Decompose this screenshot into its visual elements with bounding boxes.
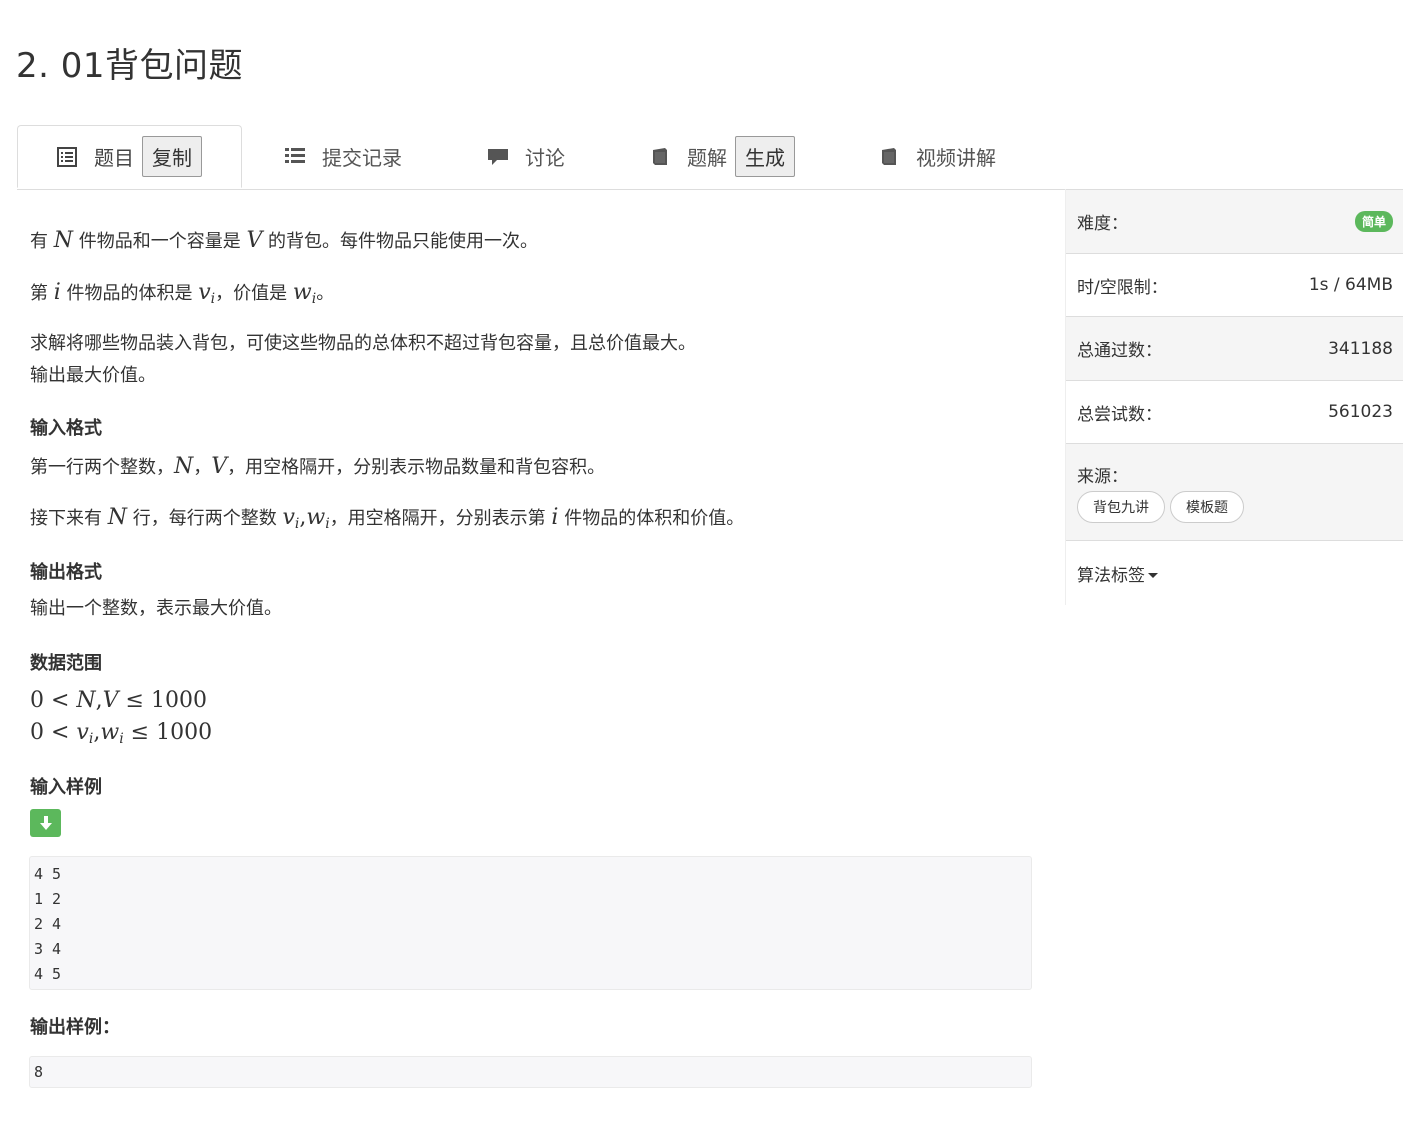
copy-button[interactable]: 复制	[142, 136, 202, 177]
tab-bar: 题目 复制 提交记录 讨论 题解 生成 视频讲解	[17, 125, 1402, 190]
tab-submissions[interactable]: 提交记录	[284, 125, 402, 187]
tab-problem[interactable]: 题目 复制	[17, 125, 242, 188]
passed-value: 341188	[1328, 338, 1393, 359]
source-tag[interactable]: 背包九讲	[1077, 491, 1165, 523]
attempts-label: 总尝试数：	[1077, 404, 1162, 425]
tab-video[interactable]: 视频讲解	[878, 125, 996, 187]
code-line: 2 4	[34, 915, 62, 933]
sample-input-block: 4 5 1 2 2 4 3 4 4 5	[29, 856, 1032, 990]
limit-row: 时/空限制： 1s / 64MB	[1066, 254, 1403, 317]
generate-button[interactable]: 生成	[735, 135, 795, 177]
download-button[interactable]	[30, 809, 61, 837]
code-line: 1 2	[34, 890, 62, 908]
list-alt-icon	[56, 146, 78, 168]
tab-solutions[interactable]: 题解 生成	[649, 125, 795, 187]
source-label: 来源：	[1077, 467, 1128, 487]
code-line: 4 5	[34, 965, 62, 983]
passed-label: 总通过数：	[1077, 341, 1162, 361]
input-format-line-2: 接下来有 N 行，每行两个整数 vi,wi，用空格隔开，分别表示第 i 件物品的…	[30, 505, 745, 532]
comment-icon	[487, 145, 509, 167]
limit-label: 时/空限制：	[1077, 277, 1168, 298]
sample-output-heading: 输出样例：	[30, 1017, 120, 1038]
difficulty-row: 难度： 简单	[1066, 189, 1403, 254]
tab-discussion-label: 讨论	[525, 145, 565, 170]
output-format-text: 输出一个整数，表示最大价值。	[30, 598, 282, 619]
sample-output-block: 8	[29, 1056, 1032, 1088]
data-range-line-1: 0 < N,V ≤ 1000	[30, 688, 207, 713]
data-range-heading: 数据范围	[30, 653, 102, 674]
algo-tags-label: 算法标签	[1077, 565, 1145, 586]
tab-problem-label: 题目	[94, 146, 134, 170]
download-arrow-icon	[39, 816, 52, 830]
output-format-heading: 输出格式	[30, 562, 102, 583]
code-line: 4 5	[34, 865, 62, 883]
passed-row: 总通过数： 341188	[1066, 317, 1403, 381]
limit-value: 1s / 64MB	[1308, 275, 1393, 295]
algo-tags-row: 算法标签	[1066, 541, 1403, 605]
desc-paragraph-1: 有 N 件物品和一个容量是 V 的背包。每件物品只能使用一次。	[30, 228, 539, 253]
code-line: 8	[34, 1063, 44, 1081]
book-icon	[649, 145, 671, 167]
tab-video-label: 视频讲解	[916, 145, 996, 170]
source-row: 来源： 背包九讲 模板题	[1066, 444, 1403, 541]
code-line: 3 4	[34, 940, 62, 958]
data-range-line-2: 0 < vi,wi ≤ 1000	[30, 720, 213, 747]
attempts-row: 总尝试数： 561023	[1066, 381, 1403, 444]
desc-paragraph-2: 第 i 件物品的体积是 vi，价值是 wi。	[30, 280, 335, 307]
input-format-line-1: 第一行两个整数，N，V，用空格隔开，分别表示物品数量和背包容积。	[30, 454, 606, 479]
list-icon	[284, 145, 306, 167]
algo-tags-toggle[interactable]: 算法标签	[1077, 561, 1158, 586]
tab-discussion[interactable]: 讨论	[487, 125, 565, 187]
problem-info-sidebar: 难度： 简单 时/空限制： 1s / 64MB 总通过数： 341188 总尝试…	[1065, 189, 1403, 605]
sample-input-heading: 输入样例	[30, 777, 102, 798]
desc-paragraph-3: 求解将哪些物品装入背包，可使这些物品的总体积不超过背包容量，且总价值最大。 输出最…	[30, 333, 696, 386]
tab-submissions-label: 提交记录	[322, 145, 402, 170]
source-tag[interactable]: 模板题	[1170, 491, 1244, 523]
book-icon	[878, 145, 900, 167]
tab-solutions-label: 题解	[687, 145, 727, 170]
difficulty-label: 难度：	[1077, 214, 1128, 234]
page-title: 2. 01背包问题	[16, 46, 244, 86]
difficulty-badge: 简单	[1354, 211, 1393, 232]
attempts-value: 561023	[1328, 402, 1393, 422]
caret-down-icon	[1148, 573, 1158, 578]
input-format-heading: 输入格式	[30, 418, 102, 439]
